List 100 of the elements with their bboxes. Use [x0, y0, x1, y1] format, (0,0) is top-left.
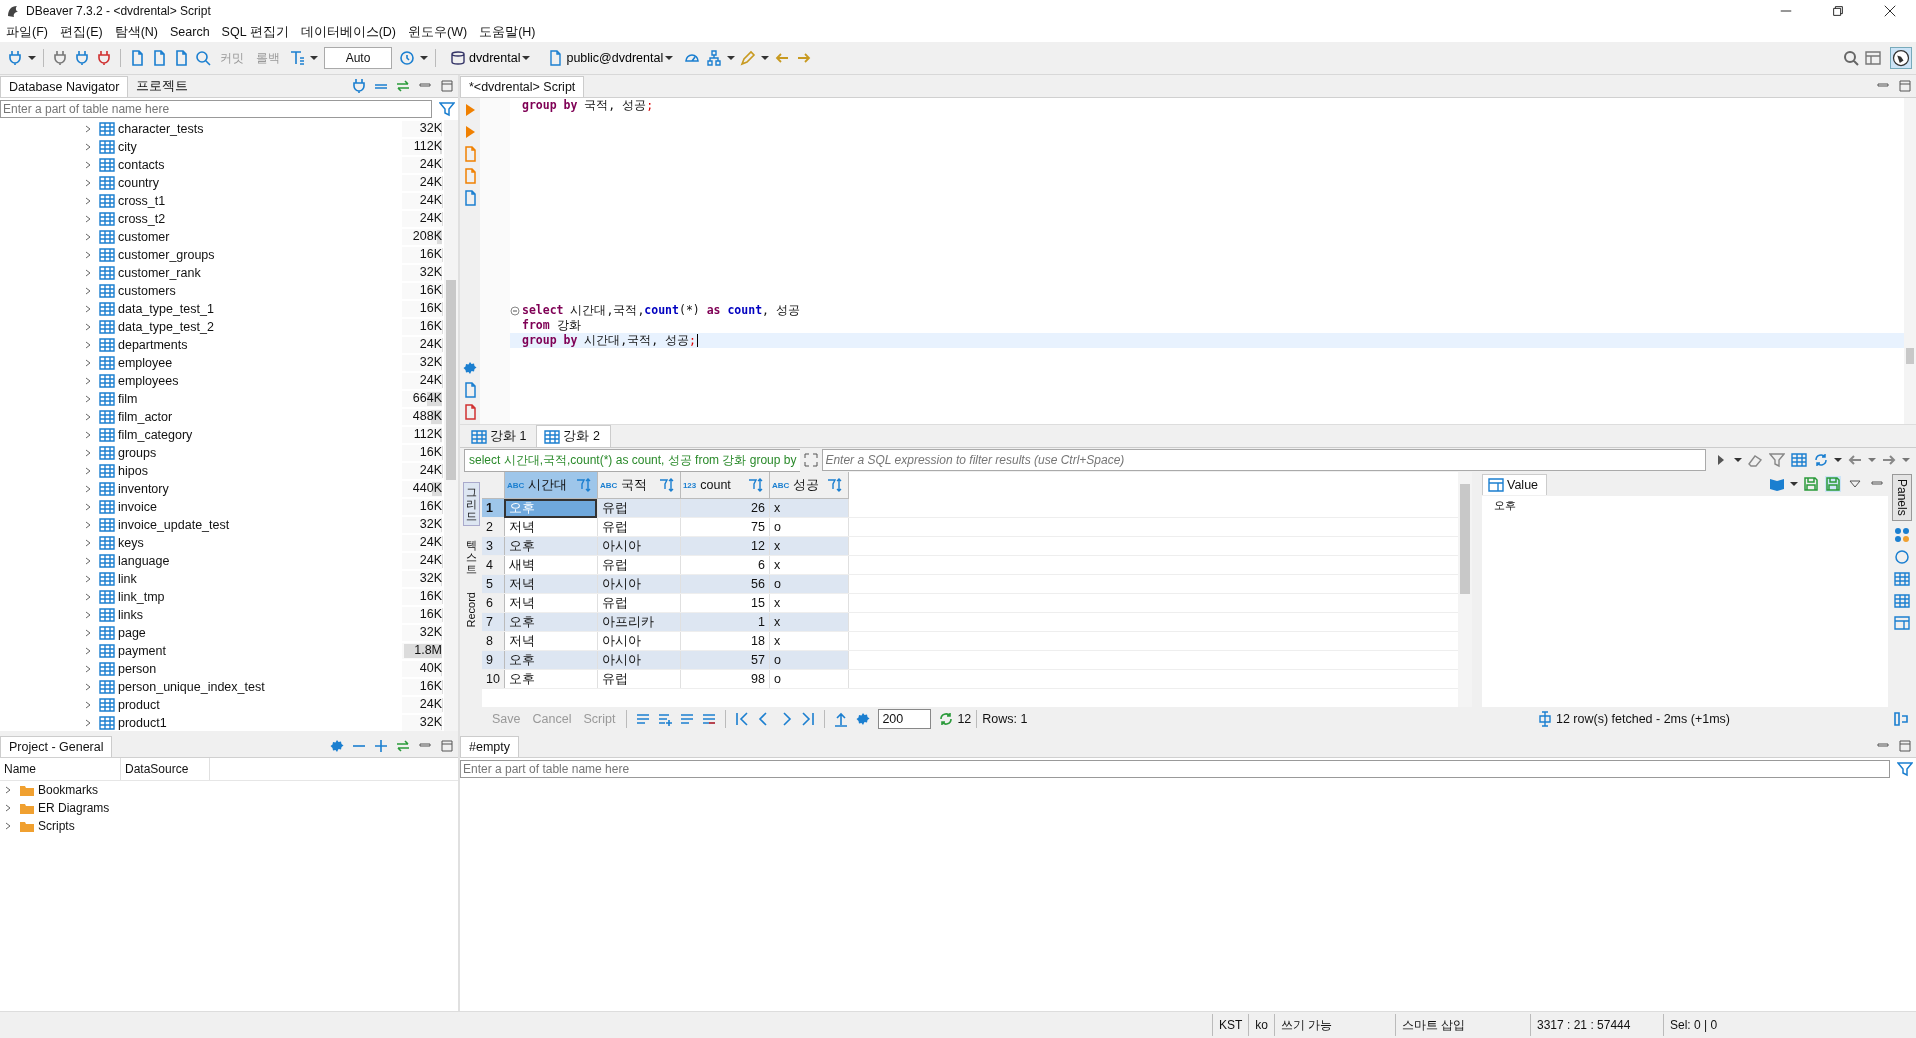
format-icon[interactable] [289, 50, 305, 66]
document-icon[interactable] [151, 50, 167, 66]
layout-icon[interactable] [1865, 50, 1881, 66]
query-text[interactable]: select 시간대,국적,count(*) as count, 성공 from 강화 group by [464, 448, 801, 472]
last-icon[interactable] [800, 711, 817, 727]
row-number[interactable]: 8 [482, 631, 505, 651]
tree-item[interactable]: Bookmarks [38, 783, 99, 797]
column-header[interactable]: 성공 [793, 476, 820, 494]
expand-icon[interactable] [84, 611, 92, 619]
link-icon[interactable] [395, 738, 411, 754]
document-icon[interactable] [462, 382, 478, 398]
filter-field[interactable]: Enter a part of table name here [0, 100, 432, 118]
tree-item[interactable]: customer [118, 230, 170, 244]
expand-icon[interactable] [84, 233, 92, 241]
row-number[interactable]: 3 [482, 536, 505, 556]
menu-item[interactable]: 편집(E) [53, 23, 109, 41]
settings-icon[interactable] [855, 711, 872, 727]
menu-item[interactable]: 도움말(H) [473, 23, 542, 41]
tree-item[interactable]: city [118, 140, 137, 154]
view-tab[interactable]: Record [463, 588, 479, 631]
document-icon[interactable] [462, 404, 478, 420]
expand-icon[interactable] [84, 539, 92, 547]
tree-item[interactable]: contacts [118, 158, 165, 172]
menu-item[interactable]: 탐색(N) [108, 23, 164, 41]
expand-icon[interactable] [4, 822, 12, 830]
menu-item[interactable]: Search [164, 25, 216, 39]
format-icon[interactable] [635, 711, 652, 727]
expand-icon[interactable] [84, 359, 92, 367]
tree-item[interactable]: language [118, 554, 170, 568]
expand-icon[interactable] [84, 197, 92, 205]
expand-icon[interactable] [84, 305, 92, 313]
expand-icon[interactable] [84, 629, 92, 637]
first-icon[interactable] [734, 711, 751, 727]
tree-item[interactable]: customer_rank [118, 266, 201, 280]
tree-item[interactable]: employee [118, 356, 173, 370]
schema-selector[interactable]: public@dvdrental [538, 50, 682, 66]
expand-icon[interactable] [4, 786, 12, 794]
filter-icon[interactable] [439, 101, 455, 117]
panel-toggle-icon[interactable] [1893, 711, 1909, 727]
expand-icon[interactable] [84, 719, 92, 727]
document-icon[interactable] [173, 50, 189, 66]
tree-item[interactable]: employees [118, 374, 179, 388]
view-tab[interactable]: 텍스트 [463, 536, 479, 579]
document-icon[interactable] [462, 146, 478, 162]
plug-icon[interactable] [96, 50, 112, 66]
expand-icon[interactable] [84, 413, 92, 421]
expand-icon[interactable] [84, 521, 92, 529]
tree-item[interactable]: product [118, 698, 160, 712]
tree-item[interactable]: data_type_test_1 [118, 302, 214, 316]
menu-item[interactable]: 데이터베이스(D) [294, 23, 402, 41]
maximize-icon[interactable] [1897, 78, 1913, 94]
expand-icon[interactable] [84, 395, 92, 403]
expand-icon[interactable] [84, 665, 92, 673]
expand-icon[interactable] [84, 161, 92, 169]
tree-item[interactable]: link [118, 572, 137, 586]
tree-item[interactable]: Scripts [38, 819, 75, 833]
menu-item[interactable]: SQL 편집기 [215, 23, 295, 41]
caret-icon[interactable] [1734, 456, 1742, 464]
tree-item[interactable]: customer_groups [118, 248, 215, 262]
link-icon[interactable] [395, 78, 411, 94]
caret-icon[interactable] [310, 54, 318, 62]
tree-item[interactable]: country [118, 176, 159, 190]
view-tab[interactable]: 그리드 [462, 482, 480, 527]
expand-icon[interactable] [84, 431, 92, 439]
expand-icon[interactable] [84, 269, 92, 277]
menu-item[interactable]: 파일(F) [0, 23, 54, 41]
sort-filter-icon[interactable] [658, 477, 675, 493]
row-number[interactable]: 1 [482, 498, 505, 518]
maximize-icon[interactable] [1897, 738, 1913, 754]
delete-row-icon[interactable] [701, 711, 718, 727]
table-settings-icon[interactable] [1791, 452, 1807, 468]
filter-field[interactable]: Enter a part of table name here [460, 760, 1890, 778]
tree-item[interactable]: departments [118, 338, 188, 352]
panel-tab[interactable]: Database Navigator [0, 75, 129, 97]
expand-icon[interactable] [84, 251, 92, 259]
tree-item[interactable]: person [118, 662, 157, 676]
column-header[interactable]: DataSource [121, 758, 210, 780]
row-number[interactable]: 6 [482, 593, 505, 613]
restore-icon[interactable] [1831, 4, 1845, 18]
row-number[interactable]: 5 [482, 574, 505, 594]
plug-icon[interactable] [351, 78, 367, 94]
filter-field[interactable]: Enter a SQL expression to filter results (use Ctrl+Space) [822, 449, 1706, 471]
expand-icon[interactable] [84, 701, 92, 709]
tree-item[interactable]: hipos [118, 464, 148, 478]
row-number[interactable]: 9 [482, 650, 505, 670]
expand-icon[interactable] [84, 323, 92, 331]
caret-icon[interactable] [28, 54, 36, 62]
tree-item[interactable]: product1 [118, 716, 167, 730]
fetch-size-field[interactable]: 200 [878, 709, 932, 729]
expand-icon[interactable] [84, 575, 92, 583]
history-icon[interactable] [399, 50, 415, 66]
tree-item[interactable]: page [118, 626, 146, 640]
expand-icon[interactable] [4, 804, 12, 812]
scrollbar[interactable] [1904, 98, 1916, 424]
expand-icon[interactable] [84, 215, 92, 223]
caret-icon[interactable] [1790, 480, 1798, 488]
grid-icon[interactable] [1894, 526, 1910, 543]
sort-filter-icon[interactable] [826, 477, 843, 493]
expand-icon[interactable] [84, 179, 92, 187]
tree-item[interactable]: film_actor [118, 410, 173, 424]
